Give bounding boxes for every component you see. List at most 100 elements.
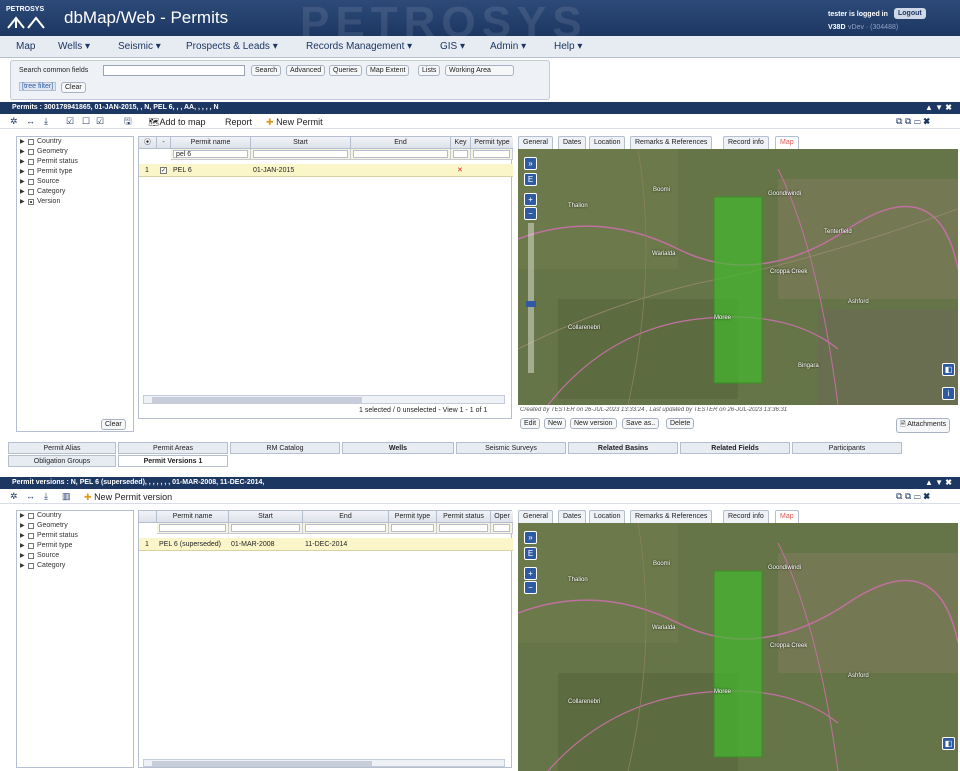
tree-item-country[interactable]: ▶ Country	[17, 511, 133, 521]
map-layers-icon[interactable]: ◧	[942, 737, 955, 750]
save-as-button[interactable]: Save as..	[622, 418, 660, 429]
tab-rm-catalog[interactable]: RM Catalog	[230, 442, 340, 454]
expand-icon[interactable]: ↔	[26, 490, 35, 502]
col-start[interactable]: Start	[251, 137, 351, 149]
filter-start[interactable]	[251, 149, 351, 160]
tab-record-info[interactable]: Record info	[723, 136, 769, 149]
tree-item-geometry[interactable]: ▶ Geometry	[17, 521, 133, 531]
tab-permit-areas[interactable]: Permit Areas	[118, 442, 228, 454]
queries-button[interactable]: Queries	[329, 65, 362, 76]
tree-item-category[interactable]: ▶ Category	[17, 561, 133, 571]
tab-wells[interactable]: Wells	[342, 442, 454, 454]
tab-related-basins[interactable]: Related Basins	[568, 442, 678, 454]
tab-dates[interactable]: Dates	[558, 136, 587, 149]
menu-admin[interactable]: Admin ▾	[490, 41, 526, 52]
map-expand-icon[interactable]: »	[524, 531, 537, 544]
zoom-out-icon[interactable]: −	[524, 207, 537, 220]
zoom-in-icon[interactable]: +	[524, 567, 537, 580]
table-row[interactable]: 1 ✓ PEL 6 01-JAN-2015 ✕	[139, 164, 513, 177]
map-extent-button[interactable]: Map Extent	[366, 65, 410, 76]
tab-map[interactable]: Map	[775, 136, 799, 149]
new-permit-button[interactable]: ✚ New Permit	[266, 117, 323, 128]
download-icon[interactable]: ⤓	[44, 490, 48, 502]
advanced-button[interactable]: Advanced	[286, 65, 326, 76]
filter-permit-type[interactable]	[471, 149, 513, 160]
tree-item-permit-status[interactable]: ▶ Permit status	[17, 531, 133, 541]
col-permit-name[interactable]: Permit name	[171, 137, 251, 149]
clear-filter-button[interactable]: Clear	[61, 82, 86, 93]
chart-icon[interactable]: ▥	[62, 490, 71, 502]
permit-version-polygon[interactable]	[713, 570, 763, 758]
search-button[interactable]: Search	[251, 65, 282, 76]
col-end[interactable]: End	[351, 137, 451, 149]
zoom-in-icon[interactable]: +	[524, 193, 537, 206]
new-permit-version-button[interactable]: ✚ New Permit version	[84, 492, 172, 503]
tab-dates[interactable]: Dates	[558, 510, 587, 523]
delete-button[interactable]: Delete	[666, 418, 695, 429]
filter-end[interactable]	[351, 149, 451, 160]
col-permit-name[interactable]: Permit name	[157, 511, 229, 523]
tree-filter-tag[interactable]: [tree filter]	[19, 82, 57, 91]
gear-icon[interactable]: ✲	[10, 490, 18, 502]
filter-operator[interactable]	[491, 523, 513, 534]
tab-general[interactable]: General	[518, 510, 553, 523]
tree-item-version[interactable]: ▶ Version	[17, 197, 133, 207]
tab-permit-alias[interactable]: Permit Alias	[8, 442, 116, 454]
menu-records-management[interactable]: Records Management ▾	[306, 41, 412, 52]
tab-participants[interactable]: Participants	[792, 442, 902, 454]
tab-remarks-references[interactable]: Remarks & References	[630, 510, 713, 523]
new-button[interactable]: New	[544, 418, 567, 429]
grid-scrollbar[interactable]	[143, 395, 505, 404]
filter-permit-name[interactable]	[157, 523, 229, 534]
tab-location[interactable]: Location	[589, 136, 626, 149]
versions-window-controls-icon[interactable]: ⧉ ⧉ ▭ ✖	[896, 490, 930, 502]
uncheck-all-icon[interactable]: ☐	[82, 115, 90, 127]
window-controls-icon[interactable]: ⧉ ⧉ ▭ ✖	[896, 115, 930, 127]
tree-item-geometry[interactable]: ▶ Geometry	[17, 147, 133, 157]
expand-icon[interactable]: ↔	[26, 115, 35, 127]
filter-end[interactable]	[303, 523, 389, 534]
tree-item-permit-type[interactable]: ▶ Permit type	[17, 167, 133, 177]
filter-permit-type[interactable]	[389, 523, 437, 534]
tab-location[interactable]: Location	[589, 510, 626, 523]
tree-item-source[interactable]: ▶ Source	[17, 177, 133, 187]
check-all-icon[interactable]: ☑	[66, 115, 74, 127]
col-key[interactable]: Key	[451, 137, 471, 149]
tree-item-source[interactable]: ▶ Source	[17, 551, 133, 561]
tab-seismic-surveys[interactable]: Seismic Surveys	[456, 442, 566, 454]
zoom-out-icon[interactable]: −	[524, 581, 537, 594]
download-icon[interactable]: ⤓	[44, 115, 48, 127]
logout-button[interactable]: Logout	[894, 8, 926, 19]
gear-icon[interactable]: ✲	[10, 115, 18, 127]
tree-item-category[interactable]: ▶ Category	[17, 187, 133, 197]
map-expand-icon[interactable]: »	[524, 157, 537, 170]
col-end[interactable]: End	[303, 511, 389, 523]
map-extent-icon[interactable]: E	[524, 173, 537, 186]
filter-permit-status[interactable]	[437, 523, 491, 534]
tab-obligation-groups[interactable]: Obligation Groups	[8, 455, 116, 467]
tree-item-permit-type[interactable]: ▶ Permit type	[17, 541, 133, 551]
tree-clear-button[interactable]: Clear	[101, 419, 126, 430]
search-input[interactable]	[103, 65, 245, 76]
menu-gis[interactable]: GIS ▾	[440, 41, 465, 52]
panel-controls-icon[interactable]: ▲ ▼ ✖	[925, 102, 952, 114]
grid-scrollbar[interactable]	[143, 759, 505, 767]
col-operator[interactable]: Oper	[491, 511, 513, 523]
tab-remarks-references[interactable]: Remarks & References	[630, 136, 713, 149]
map-extent-icon[interactable]: E	[524, 547, 537, 560]
tab-related-fields[interactable]: Related Fields	[680, 442, 790, 454]
filter-start[interactable]	[229, 523, 303, 534]
tree-item-permit-status[interactable]: ▶ Permit status	[17, 157, 133, 167]
col-permit-type[interactable]: Permit type	[389, 511, 437, 523]
save-icon[interactable]: 🖫	[124, 115, 132, 127]
menu-help[interactable]: Help ▾	[554, 41, 582, 52]
tab-record-info[interactable]: Record info	[723, 510, 769, 523]
table-row[interactable]: 1 PEL 6 (superseded) 01-MAR-2008 11-DEC-…	[139, 538, 513, 551]
working-area-toggle[interactable]: Working Area	[445, 65, 514, 76]
report-button[interactable]: Report	[225, 117, 252, 127]
tab-map[interactable]: Map	[775, 510, 799, 523]
filter-key[interactable]	[451, 149, 471, 160]
attachments-button[interactable]: 🗎 Attachments	[896, 418, 951, 433]
col-start[interactable]: Start	[229, 511, 303, 523]
map-layers-icon[interactable]: ◧	[942, 363, 955, 376]
